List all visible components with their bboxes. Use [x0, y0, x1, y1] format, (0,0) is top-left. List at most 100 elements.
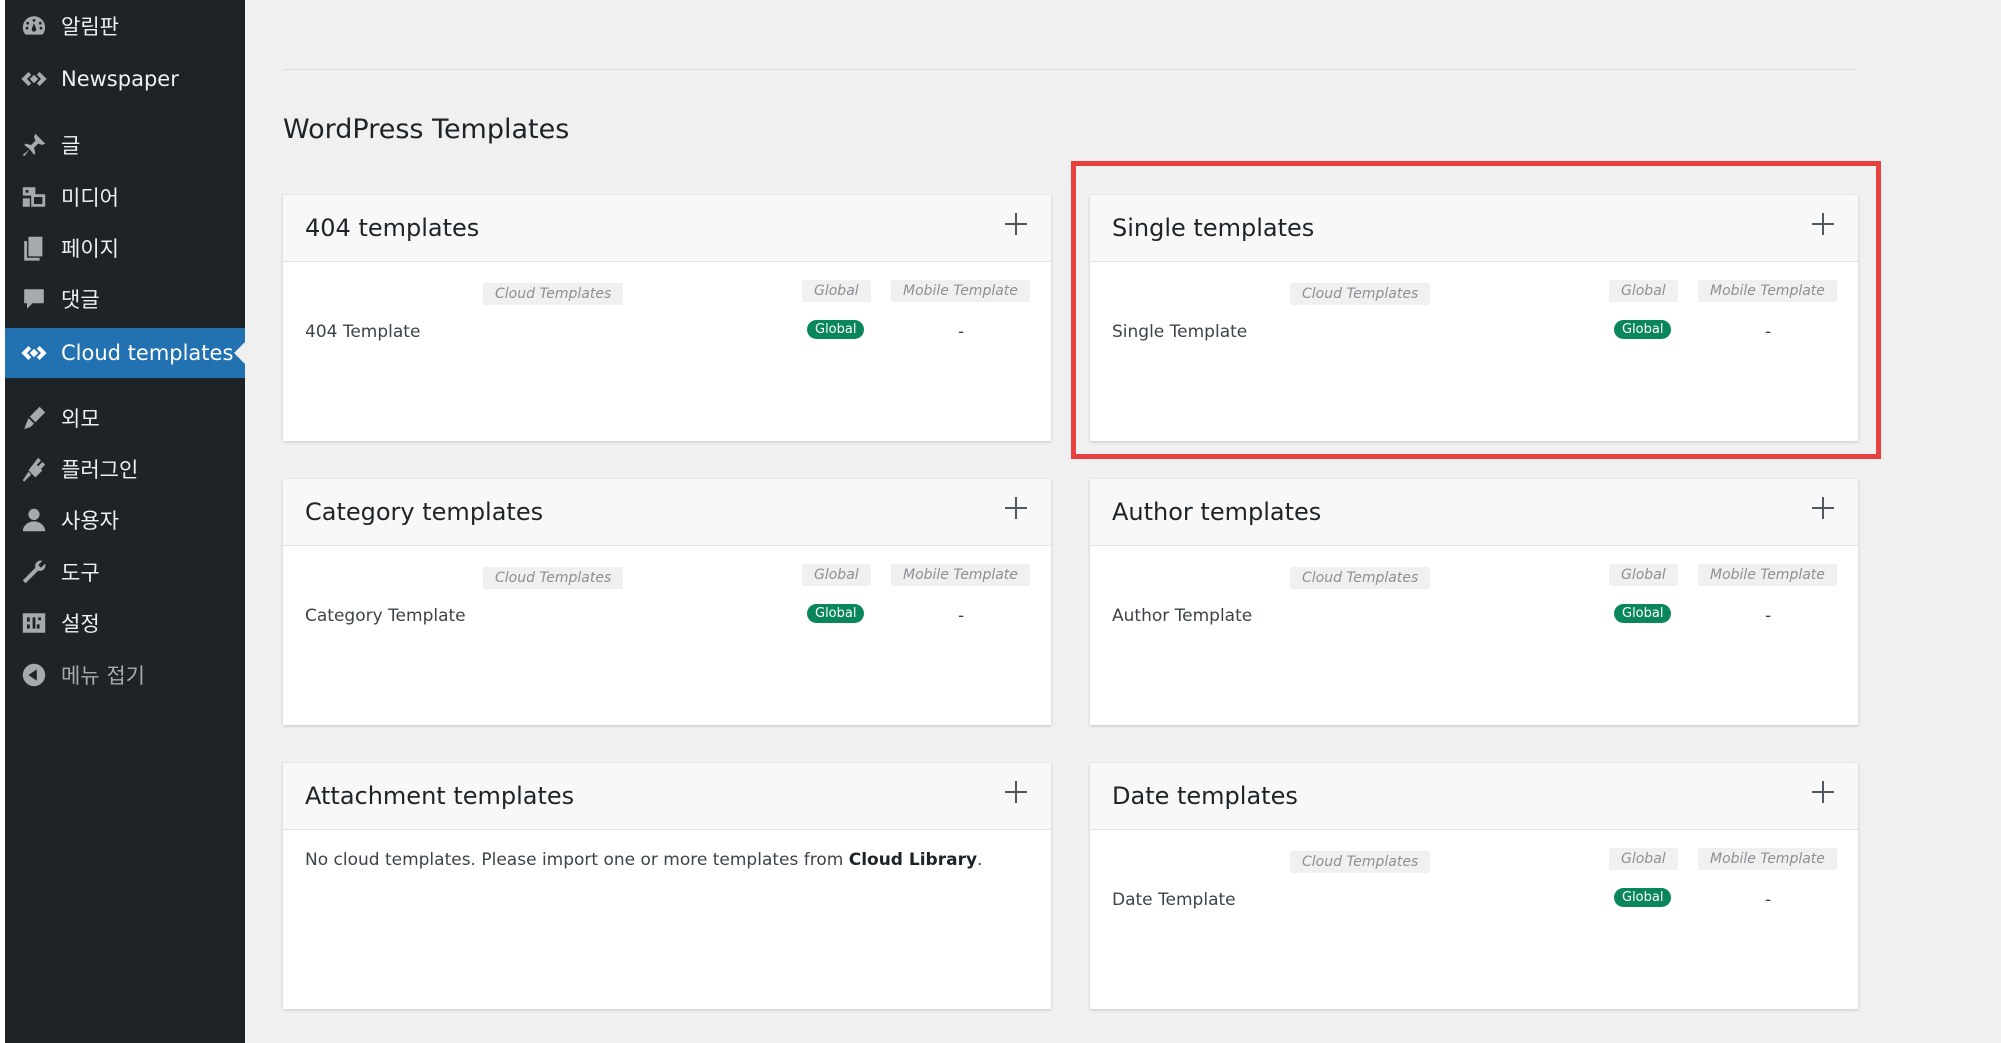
card-header: Author templates — [1090, 479, 1858, 546]
column-header-cloud: Cloud Templates — [483, 283, 624, 305]
sidebar-item-posts[interactable]: 글 — [5, 122, 245, 168]
column-header-cloud: Cloud Templates — [1290, 283, 1431, 305]
sidebar-item-label: 미디어 — [61, 186, 119, 210]
sidebar-item-label: 도구 — [61, 561, 100, 585]
mobile-template-value[interactable]: - — [958, 322, 964, 342]
empty-state-text: No cloud templates. Please import one or… — [305, 850, 849, 870]
column-header-global: Global — [1609, 280, 1678, 302]
sidebar-item-tools[interactable]: 도구 — [5, 549, 245, 595]
global-badge[interactable]: Global — [1614, 320, 1672, 339]
sidebar-item-pages[interactable]: 페이지 — [5, 225, 245, 271]
empty-state-suffix: . — [977, 850, 983, 870]
pin-icon — [19, 130, 49, 160]
sidebar-item-plugins[interactable]: 플러그인 — [5, 446, 245, 492]
header-divider — [283, 69, 1857, 70]
card-header: Single templates — [1090, 195, 1858, 262]
column-header-cloud: Cloud Templates — [1290, 567, 1431, 589]
card-header: Date templates — [1090, 763, 1858, 830]
template-card-attachment: Attachment templates No cloud templates.… — [283, 763, 1051, 1009]
card-title: Single templates — [1112, 214, 1315, 242]
sidebar-item-label: Cloud templates — [61, 341, 234, 365]
column-header-global: Global — [802, 564, 871, 586]
settings-icon — [19, 608, 49, 638]
template-name-link[interactable]: Author Template — [1112, 606, 1252, 626]
add-template-button[interactable] — [1003, 211, 1029, 237]
sidebar-item-label: 메뉴 접기 — [61, 664, 145, 688]
sidebar-item-dashboard[interactable]: 알림판 — [5, 3, 245, 49]
collapse-menu-button[interactable]: 메뉴 접기 — [5, 652, 245, 698]
add-template-button[interactable] — [1003, 779, 1029, 805]
card-title: Author templates — [1112, 498, 1322, 526]
sidebar-item-appearance[interactable]: 외모 — [5, 395, 245, 441]
collapse-arrow-icon — [19, 660, 49, 690]
global-badge[interactable]: Global — [1614, 604, 1672, 623]
dashboard-icon — [19, 11, 49, 41]
wrench-icon — [19, 557, 49, 587]
column-header-mobile: Mobile Template — [1698, 564, 1837, 586]
user-icon — [19, 505, 49, 535]
sidebar-item-settings[interactable]: 설정 — [5, 600, 245, 646]
sidebar-item-cloud-templates[interactable]: Cloud templates — [5, 328, 246, 378]
add-template-button[interactable] — [1003, 495, 1029, 521]
column-header-mobile: Mobile Template — [891, 564, 1030, 586]
add-template-button[interactable] — [1810, 211, 1836, 237]
sidebar-item-label: 외모 — [61, 407, 100, 431]
template-card-404: 404 templates Cloud Templates Global Mob… — [283, 195, 1051, 441]
card-title: Attachment templates — [305, 782, 575, 810]
sidebar-item-label: 설정 — [61, 612, 100, 636]
sidebar-item-label: 글 — [61, 134, 81, 158]
card-title: 404 templates — [305, 214, 480, 242]
appearance-brush-icon — [19, 403, 49, 433]
global-badge[interactable]: Global — [807, 604, 865, 623]
card-title: Category templates — [305, 498, 544, 526]
sidebar-item-media[interactable]: 미디어 — [5, 174, 245, 220]
page-icon — [19, 233, 49, 263]
mobile-template-value[interactable]: - — [1765, 606, 1771, 626]
sidebar-item-label: 사용자 — [61, 509, 119, 533]
card-header: 404 templates — [283, 195, 1051, 262]
template-card-single: Single templates Cloud Templates Global … — [1090, 195, 1858, 441]
card-header: Attachment templates — [283, 763, 1051, 830]
sidebar-item-label: 플러그인 — [61, 458, 139, 482]
global-badge[interactable]: Global — [807, 320, 865, 339]
card-header: Category templates — [283, 479, 1051, 546]
template-card-date: Date templates Cloud Templates Global Mo… — [1090, 763, 1858, 1009]
column-header-global: Global — [1609, 848, 1678, 870]
add-template-button[interactable] — [1810, 779, 1836, 805]
mobile-template-value[interactable]: - — [958, 606, 964, 626]
column-header-global: Global — [802, 280, 871, 302]
column-header-mobile: Mobile Template — [891, 280, 1030, 302]
page-title: WordPress Templates — [283, 114, 570, 145]
card-title: Date templates — [1112, 782, 1298, 810]
template-name-link[interactable]: 404 Template — [305, 322, 420, 342]
template-name-link[interactable]: Date Template — [1112, 890, 1236, 910]
global-badge[interactable]: Global — [1614, 888, 1672, 907]
template-name-link[interactable]: Category Template — [305, 606, 466, 626]
comment-icon — [19, 284, 49, 314]
mobile-template-value[interactable]: - — [1765, 322, 1771, 342]
app-root: 알림판 Newspaper 글 미디어 페이지 댓글 Cloud templat… — [0, 0, 2001, 1043]
sidebar-item-label: 페이지 — [61, 237, 119, 261]
sidebar-item-label: Newspaper — [61, 67, 179, 91]
template-name-link[interactable]: Single Template — [1112, 322, 1247, 342]
add-template-button[interactable] — [1810, 495, 1836, 521]
column-header-global: Global — [1609, 564, 1678, 586]
cloud-templates-icon — [19, 338, 49, 368]
media-icon — [19, 182, 49, 212]
sidebar-item-users[interactable]: 사용자 — [5, 497, 245, 543]
sidebar-item-comments[interactable]: 댓글 — [5, 276, 245, 322]
newspaper-logo-icon — [19, 64, 49, 94]
column-header-cloud: Cloud Templates — [1290, 851, 1431, 873]
template-card-author: Author templates Cloud Templates Global … — [1090, 479, 1858, 725]
template-card-category: Category templates Cloud Templates Globa… — [283, 479, 1051, 725]
sidebar-item-label: 댓글 — [61, 288, 100, 312]
cloud-library-link[interactable]: Cloud Library — [849, 850, 977, 870]
sidebar-item-newspaper[interactable]: Newspaper — [5, 56, 245, 102]
empty-state-message: No cloud templates. Please import one or… — [305, 850, 982, 870]
column-header-mobile: Mobile Template — [1698, 280, 1837, 302]
mobile-template-value[interactable]: - — [1765, 890, 1771, 910]
plugin-icon — [19, 454, 49, 484]
sidebar-item-label: 알림판 — [61, 15, 119, 39]
admin-sidebar: 알림판 Newspaper 글 미디어 페이지 댓글 Cloud templat… — [0, 0, 246, 1043]
column-header-mobile: Mobile Template — [1698, 848, 1837, 870]
